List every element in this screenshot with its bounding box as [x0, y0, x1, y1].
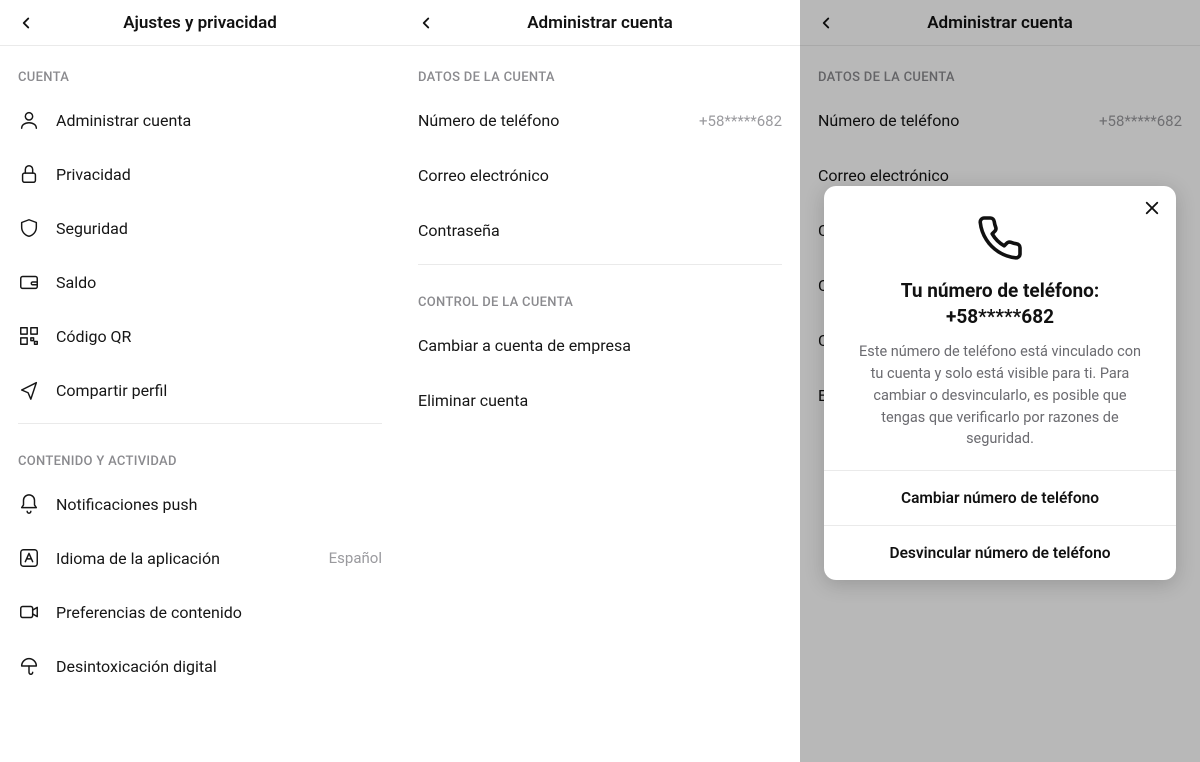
- shield-icon: [18, 217, 40, 239]
- page-title: Administrar cuenta: [527, 13, 673, 33]
- row-label: Preferencias de contenido: [56, 603, 382, 622]
- row-value: Español: [329, 549, 382, 567]
- row-value: +58*****682: [1099, 112, 1182, 130]
- row-label: Administrar cuenta: [56, 111, 382, 130]
- section-label-account-data: DATOS DE LA CUENTA: [800, 46, 1200, 93]
- section-label-account-control: CONTROL DE LA CUENTA: [400, 271, 800, 318]
- manage-account-panel-modal: Administrar cuenta DATOS DE LA CUENTA Nú…: [800, 0, 1200, 762]
- row-balance[interactable]: Saldo: [0, 255, 400, 309]
- row-label: Idioma de la aplicación: [56, 549, 313, 568]
- row-label: Correo electrónico: [818, 166, 1182, 185]
- row-label: Desintoxicación digital: [56, 657, 382, 676]
- row-value: +58*****682: [699, 112, 782, 130]
- row-security[interactable]: Seguridad: [0, 201, 400, 255]
- close-icon: [1143, 199, 1161, 217]
- header: Administrar cuenta: [800, 0, 1200, 46]
- row-label: Contraseña: [418, 221, 782, 240]
- row-app-language[interactable]: Idioma de la aplicación Español: [0, 531, 400, 585]
- divider: [418, 264, 782, 265]
- row-label: Número de teléfono: [818, 111, 1083, 130]
- back-button[interactable]: [12, 9, 40, 37]
- row-email[interactable]: Correo electrónico: [400, 148, 800, 203]
- row-password[interactable]: Contraseña: [400, 203, 800, 258]
- bell-icon: [18, 493, 40, 515]
- row-delete-account[interactable]: Eliminar cuenta: [400, 373, 800, 428]
- row-label: Correo electrónico: [418, 166, 782, 185]
- modal-title: Tu número de teléfono: +58*****682: [824, 262, 1176, 333]
- share-icon: [18, 379, 40, 401]
- settings-panel: Ajustes y privacidad CUENTA Administrar …: [0, 0, 400, 762]
- row-label: Notificaciones push: [56, 495, 382, 514]
- row-phone-number[interactable]: Número de teléfono +58*****682: [800, 93, 1200, 148]
- section-label-account-data: DATOS DE LA CUENTA: [400, 46, 800, 93]
- row-label: Compartir perfil: [56, 381, 382, 400]
- row-label: Seguridad: [56, 219, 382, 238]
- divider: [18, 423, 382, 424]
- row-label: Saldo: [56, 273, 382, 292]
- close-button[interactable]: [1138, 194, 1166, 222]
- change-phone-button[interactable]: Cambiar número de teléfono: [824, 470, 1176, 525]
- user-icon: [18, 109, 40, 131]
- row-label: Número de teléfono: [418, 111, 683, 130]
- umbrella-icon: [18, 655, 40, 677]
- row-label: Privacidad: [56, 165, 382, 184]
- back-button[interactable]: [812, 9, 840, 37]
- video-icon: [18, 601, 40, 623]
- back-button[interactable]: [412, 9, 440, 37]
- page-title: Administrar cuenta: [927, 13, 1073, 33]
- chevron-left-icon: [817, 14, 835, 32]
- row-label: Eliminar cuenta: [418, 391, 782, 410]
- section-label-account: CUENTA: [0, 46, 400, 93]
- row-digital-detox[interactable]: Desintoxicación digital: [0, 639, 400, 693]
- modal-body: Este número de teléfono está vinculado c…: [824, 333, 1176, 470]
- row-qr-code[interactable]: Código QR: [0, 309, 400, 363]
- row-label: Cambiar a cuenta de empresa: [418, 336, 782, 355]
- language-icon: [18, 547, 40, 569]
- page-title: Ajustes y privacidad: [123, 13, 277, 33]
- phone-icon: [824, 186, 1176, 262]
- chevron-left-icon: [417, 14, 435, 32]
- section-label-content: CONTENIDO Y ACTIVIDAD: [0, 430, 400, 477]
- row-share-profile[interactable]: Compartir perfil: [0, 363, 400, 417]
- manage-account-panel: Administrar cuenta DATOS DE LA CUENTA Nú…: [400, 0, 800, 762]
- phone-modal: Tu número de teléfono: +58*****682 Este …: [824, 186, 1176, 580]
- row-content-preferences[interactable]: Preferencias de contenido: [0, 585, 400, 639]
- chevron-left-icon: [17, 14, 35, 32]
- row-label: Código QR: [56, 327, 382, 346]
- row-phone-number[interactable]: Número de teléfono +58*****682: [400, 93, 800, 148]
- lock-icon: [18, 163, 40, 185]
- header: Ajustes y privacidad: [0, 0, 400, 46]
- row-switch-business[interactable]: Cambiar a cuenta de empresa: [400, 318, 800, 373]
- unlink-phone-button[interactable]: Desvincular número de teléfono: [824, 525, 1176, 580]
- qr-icon: [18, 325, 40, 347]
- row-privacy[interactable]: Privacidad: [0, 147, 400, 201]
- wallet-icon: [18, 271, 40, 293]
- row-manage-account[interactable]: Administrar cuenta: [0, 93, 400, 147]
- row-push-notifications[interactable]: Notificaciones push: [0, 477, 400, 531]
- header: Administrar cuenta: [400, 0, 800, 46]
